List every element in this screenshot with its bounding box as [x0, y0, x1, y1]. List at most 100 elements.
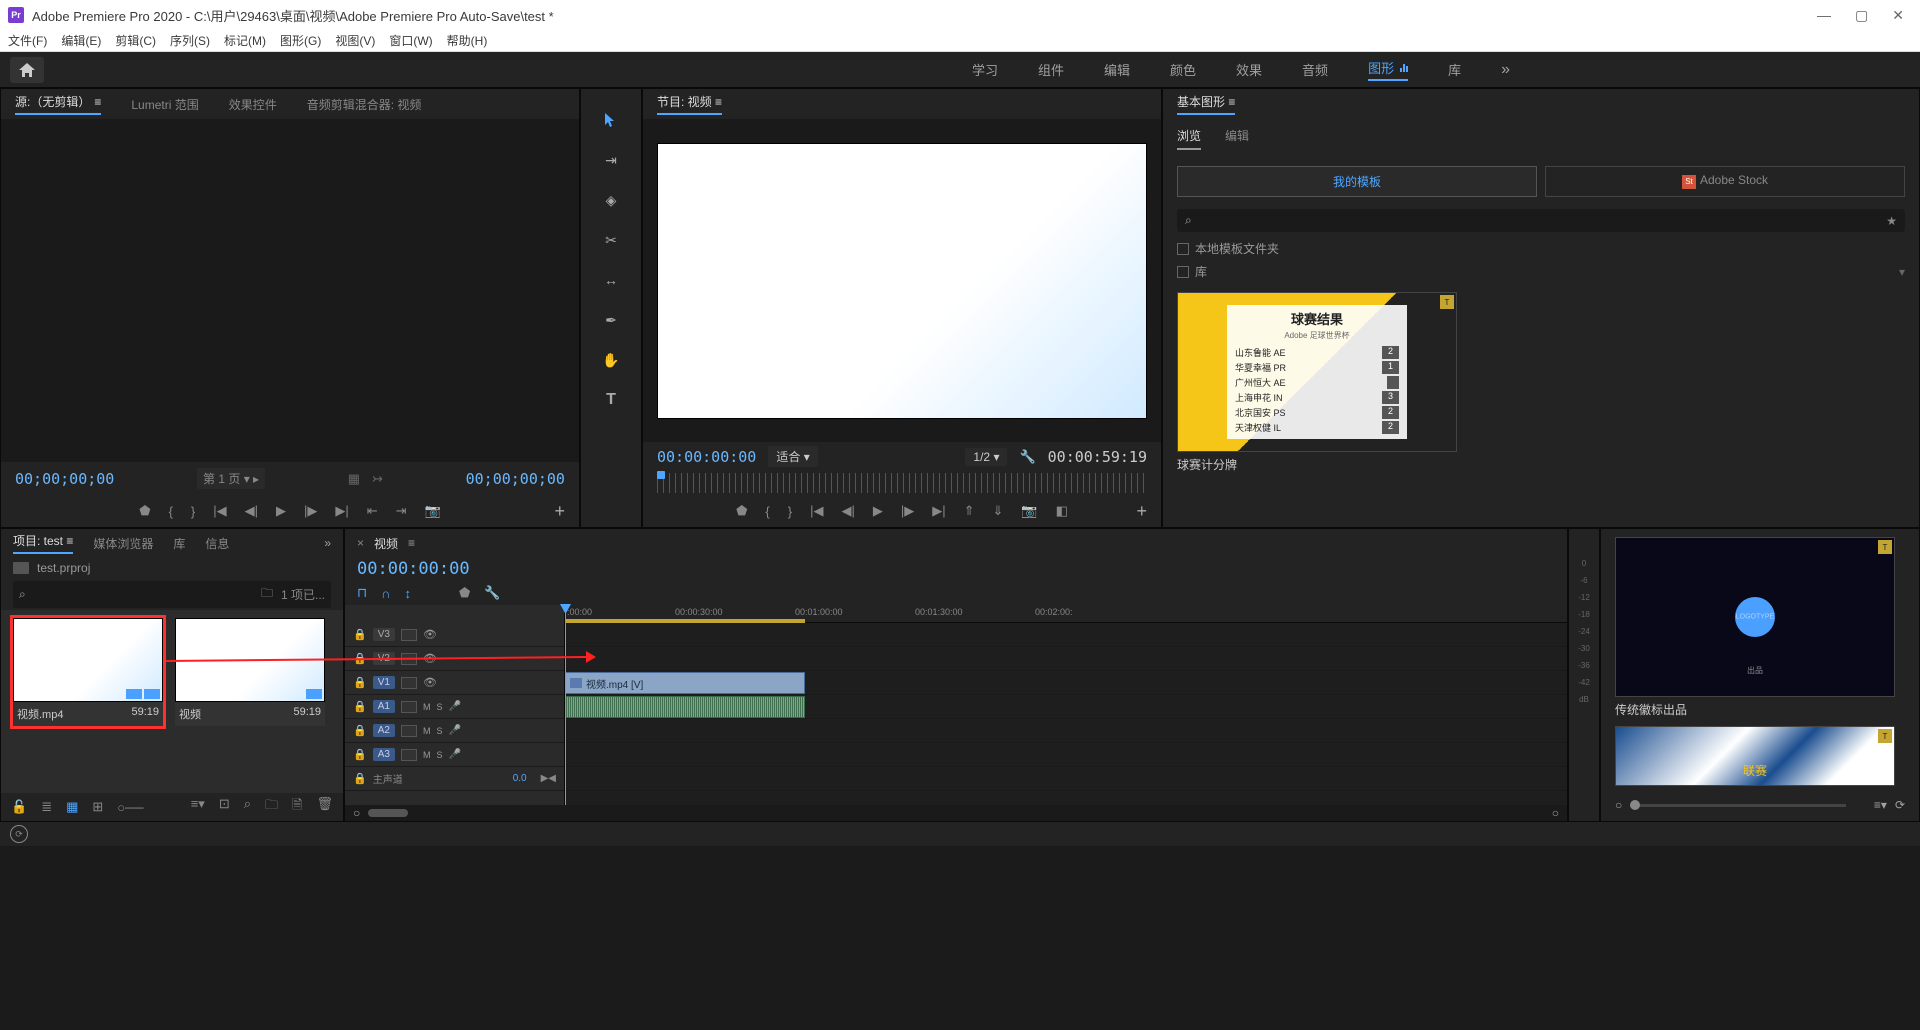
pen-tool-icon[interactable]: ✒: [600, 309, 622, 331]
lock-icon[interactable]: 🔒: [353, 676, 367, 689]
eye-icon[interactable]: 👁: [423, 676, 437, 689]
clip-item[interactable]: 视频59:19: [175, 618, 325, 726]
workspace-overflow[interactable]: »: [1501, 61, 1510, 79]
tab-project[interactable]: 项目: test ≡: [13, 532, 73, 554]
sort-icon[interactable]: ≡▾: [191, 796, 205, 818]
timeline-tc[interactable]: 00:00:00:00: [357, 559, 470, 579]
slip-tool-icon[interactable]: ↔: [600, 269, 622, 291]
export-frame-icon[interactable]: 📷: [425, 503, 441, 519]
track-a1-lane[interactable]: [565, 695, 1567, 719]
audio-clip[interactable]: [565, 696, 805, 718]
panel-menu-icon[interactable]: ≡: [94, 95, 101, 109]
tab-audio-clip-mixer[interactable]: 音频剪辑混合器: 视频: [307, 96, 422, 113]
source-viewer[interactable]: [1, 119, 579, 462]
check-local-templates[interactable]: 本地模板文件夹: [1177, 240, 1905, 257]
mic-icon[interactable]: 🎤: [448, 749, 460, 760]
tab-libraries[interactable]: 库: [173, 535, 185, 552]
source-fwd-icon[interactable]: ↣: [372, 471, 383, 487]
track-v1-header[interactable]: 🔒V1👁: [345, 671, 564, 695]
eye-icon[interactable]: 👁: [423, 652, 437, 665]
overwrite-icon[interactable]: ⇥: [396, 503, 407, 519]
program-tc-in[interactable]: 00:00:00:00: [657, 448, 756, 466]
workspace-color[interactable]: 颜色: [1170, 60, 1196, 79]
add-button-icon[interactable]: +: [1136, 501, 1147, 522]
lock-icon[interactable]: 🔒: [353, 628, 367, 641]
close-tab-icon[interactable]: ×: [357, 536, 364, 550]
project-bins[interactable]: 视频.mp459:19 视频59:19: [1, 610, 343, 793]
workspace-learn[interactable]: 学习: [972, 60, 998, 79]
track-a3-header[interactable]: 🔒A3MS🎤: [345, 743, 564, 767]
mic-icon[interactable]: 🎤: [448, 701, 460, 712]
tab-media-browser[interactable]: 媒体浏览器: [93, 535, 153, 552]
step-fwd-icon[interactable]: |▶: [304, 503, 317, 519]
track-v2-header[interactable]: 🔒V2👁: [345, 647, 564, 671]
step-back-icon[interactable]: ◀|: [245, 503, 258, 519]
go-out-icon[interactable]: ▶|: [335, 503, 348, 519]
panel-menu-icon[interactable]: ≡: [408, 536, 415, 550]
track-v1-lane[interactable]: 视频.mp4 [V]: [565, 671, 1567, 695]
project-search-input[interactable]: [34, 588, 253, 602]
refresh-icon[interactable]: ⟳: [1895, 798, 1905, 812]
icon-view-icon[interactable]: ▦: [66, 799, 78, 815]
out-point-icon[interactable]: }: [191, 504, 195, 519]
lift-icon[interactable]: ⇑: [964, 503, 975, 519]
template-logo[interactable]: T 出品 传统徽标出品: [1615, 537, 1905, 718]
list-view-icon[interactable]: ≣: [41, 799, 52, 815]
toggle-sync-icon[interactable]: [401, 725, 417, 737]
fit-dropdown[interactable]: 适合 ▾: [768, 446, 817, 467]
timeline-ruler[interactable]: :00:00 00:00:30:00 00:01:00:00 00:01:30:…: [565, 605, 1567, 623]
go-in-icon[interactable]: |◀: [810, 503, 823, 519]
toggle-sync-icon[interactable]: [401, 677, 417, 689]
video-clip[interactable]: 视频.mp4 [V]: [565, 672, 805, 694]
home-button[interactable]: [10, 57, 44, 83]
panel-menu-icon[interactable]: ≡: [1228, 95, 1235, 109]
new-bin-icon[interactable]: 🗀: [265, 796, 278, 818]
extract-icon[interactable]: ⇓: [993, 503, 1004, 519]
in-point-icon[interactable]: {: [765, 504, 769, 519]
go-out-icon[interactable]: ▶|: [932, 503, 945, 519]
eg-tab-browse[interactable]: 浏览: [1177, 127, 1201, 150]
toggle-sync-icon[interactable]: [401, 749, 417, 761]
menu-clip[interactable]: 剪辑(C): [115, 32, 156, 49]
source-fit-icon[interactable]: ▦: [348, 471, 360, 487]
timeline-tracks[interactable]: :00:00 00:00:30:00 00:01:00:00 00:01:30:…: [565, 605, 1567, 805]
add-marker-icon[interactable]: ↕: [405, 586, 412, 601]
tab-lumetri-scopes[interactable]: Lumetri 范围: [131, 96, 198, 113]
go-in-icon[interactable]: |◀: [213, 503, 226, 519]
write-lock-icon[interactable]: 🔓: [11, 799, 27, 815]
track-v3-header[interactable]: 🔒V3👁: [345, 623, 564, 647]
workspace-editing[interactable]: 编辑: [1104, 60, 1130, 79]
new-item-icon[interactable]: 🗎: [292, 796, 302, 818]
track-a1-header[interactable]: 🔒A1MS🎤: [345, 695, 564, 719]
panel-menu-icon[interactable]: ≡: [715, 95, 722, 109]
track-a3-lane[interactable]: [565, 743, 1567, 767]
ripple-tool-icon[interactable]: ◈: [600, 189, 622, 211]
expand-icon[interactable]: ▶◀: [541, 773, 556, 784]
track-v3-lane[interactable]: [565, 623, 1567, 647]
menu-help[interactable]: 帮助(H): [447, 32, 488, 49]
eye-icon[interactable]: 👁: [423, 628, 437, 641]
clip-item-selected[interactable]: 视频.mp459:19: [13, 618, 163, 726]
step-back-icon[interactable]: ◀|: [841, 503, 854, 519]
track-master-lane[interactable]: [565, 767, 1567, 791]
tabs-overflow-icon[interactable]: »: [324, 536, 331, 550]
toggle-sync-icon[interactable]: [401, 653, 417, 665]
menu-edit[interactable]: 编辑(E): [61, 32, 101, 49]
timeline-sequence-name[interactable]: 视频: [374, 535, 398, 552]
check-libraries[interactable]: 库▾: [1177, 263, 1905, 280]
maximize-button[interactable]: ▢: [1855, 7, 1868, 24]
auto-seq-icon[interactable]: ⊡: [219, 796, 230, 818]
track-a2-lane[interactable]: [565, 719, 1567, 743]
folder-icon[interactable]: [13, 562, 29, 574]
lock-icon[interactable]: 🔒: [353, 700, 367, 713]
settings-icon[interactable]: 🔧: [1019, 449, 1035, 465]
cc-icon[interactable]: ⟳: [10, 825, 28, 843]
workspace-audio[interactable]: 音频: [1302, 60, 1328, 79]
tab-effect-controls[interactable]: 效果控件: [229, 96, 277, 113]
menu-window[interactable]: 窗口(W): [389, 32, 432, 49]
lock-icon[interactable]: 🔒: [353, 748, 367, 761]
linked-selection-icon[interactable]: ∩: [381, 586, 390, 601]
close-button[interactable]: ✕: [1892, 7, 1904, 24]
source-page-select[interactable]: 第 1 页 ▾ ▸: [197, 468, 265, 489]
zoom-slider-icon[interactable]: ○──: [117, 800, 143, 815]
